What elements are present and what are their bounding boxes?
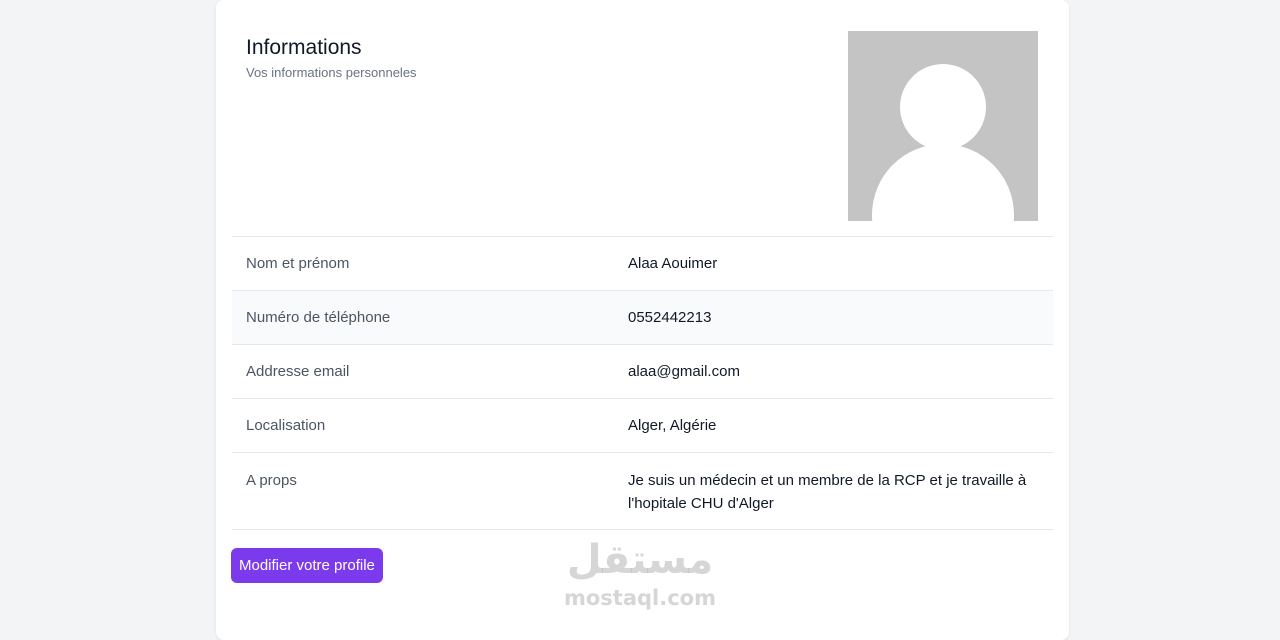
detail-label: Addresse email [246, 363, 350, 380]
detail-value: 0552442213 [628, 309, 712, 326]
detail-label: Nom et prénom [246, 255, 350, 272]
profile-card: Informations Vos informations personnele… [216, 0, 1069, 640]
detail-row-email: Addresse email alaa@gmail.com [232, 345, 1053, 399]
page-title: Informations [246, 36, 362, 59]
detail-row-location: Localisation Alger, Algérie [232, 399, 1053, 453]
detail-label: A props [246, 472, 297, 489]
profile-details-list: Nom et prénom Alaa Aouimer Numéro de tél… [232, 237, 1053, 530]
detail-label: Numéro de téléphone [246, 309, 391, 326]
page-subtitle: Vos informations personneles [246, 65, 417, 80]
detail-value: alaa@gmail.com [628, 363, 740, 380]
detail-label: Localisation [246, 417, 326, 434]
detail-row-name: Nom et prénom Alaa Aouimer [232, 237, 1053, 291]
avatar [848, 31, 1038, 221]
edit-profile-button[interactable]: Modifier votre profile [231, 548, 383, 583]
profile-header: Informations Vos informations personnele… [232, 0, 1053, 237]
user-placeholder-icon-body [872, 144, 1014, 221]
detail-row-phone: Numéro de téléphone 0552442213 [232, 291, 1053, 345]
detail-row-about: A props Je suis un médecin et un membre … [232, 453, 1053, 530]
detail-value: Alaa Aouimer [628, 255, 718, 272]
detail-value: Je suis un médecin et un membre de la RC… [628, 472, 1027, 512]
user-placeholder-icon-head [900, 64, 986, 150]
detail-value: Alger, Algérie [628, 417, 717, 434]
